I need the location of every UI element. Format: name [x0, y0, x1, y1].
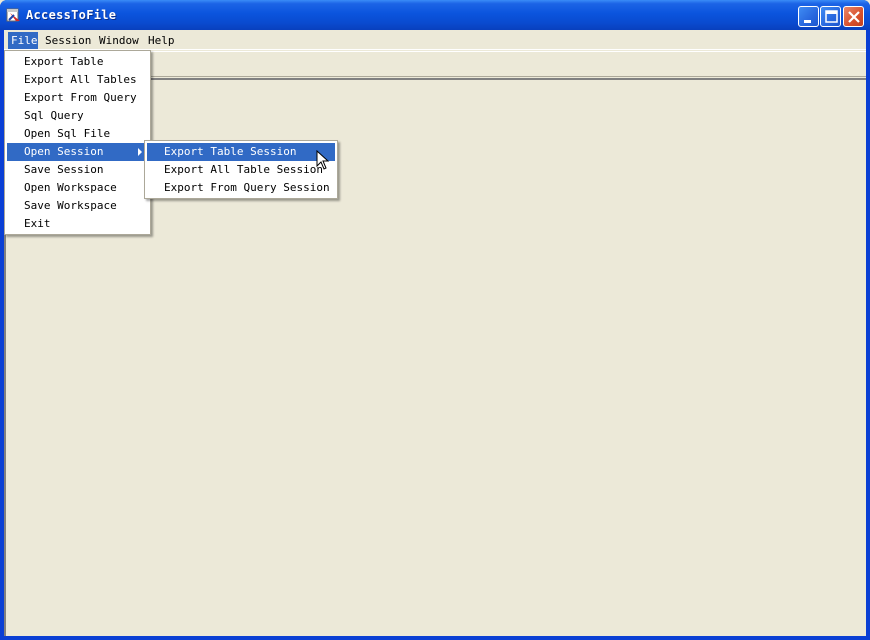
app-icon[interactable]	[6, 7, 22, 23]
menu-window[interactable]: Window	[96, 32, 142, 49]
menu-item-open-session[interactable]: Open Session	[7, 143, 148, 161]
maximize-button[interactable]	[820, 6, 841, 27]
menu-item-open-session-label: Open Session	[24, 145, 104, 158]
menu-session[interactable]: Session	[42, 32, 94, 49]
menu-item-export-table[interactable]: Export Table	[7, 53, 148, 71]
close-icon	[848, 11, 860, 23]
menu-item-save-workspace[interactable]: Save Workspace	[7, 197, 148, 215]
menu-item-export-all-tables[interactable]: Export All Tables	[7, 71, 148, 89]
menu-file[interactable]: File	[8, 32, 38, 49]
file-menu: Export Table Export All Tables Export Fr…	[4, 50, 151, 235]
close-button[interactable]	[843, 6, 864, 27]
submenu-item-export-table-session[interactable]: Export Table Session	[147, 143, 335, 161]
submenu-arrow-icon	[138, 148, 142, 156]
open-session-submenu: Export Table Session Export All Table Se…	[144, 140, 338, 199]
mouse-cursor-icon	[316, 150, 330, 170]
maximize-icon	[825, 10, 838, 23]
submenu-item-export-from-query-session[interactable]: Export From Query Session	[147, 179, 335, 197]
title-bar[interactable]: AccessToFile	[0, 0, 870, 30]
menu-item-save-session[interactable]: Save Session	[7, 161, 148, 179]
menu-item-sql-query[interactable]: Sql Query	[7, 107, 148, 125]
minimize-icon	[804, 20, 811, 23]
menu-help[interactable]: Help	[145, 32, 178, 49]
menu-bar: File Session Window Help	[4, 30, 866, 50]
menu-item-exit[interactable]: Exit	[7, 215, 148, 233]
window-title: AccessToFile	[26, 8, 117, 22]
menu-item-open-sql-file[interactable]: Open Sql File	[7, 125, 148, 143]
submenu-item-export-all-table-session[interactable]: Export All Table Session	[147, 161, 335, 179]
menu-item-export-from-query[interactable]: Export From Query	[7, 89, 148, 107]
menu-item-open-workspace[interactable]: Open Workspace	[7, 179, 148, 197]
minimize-button[interactable]	[798, 6, 819, 27]
